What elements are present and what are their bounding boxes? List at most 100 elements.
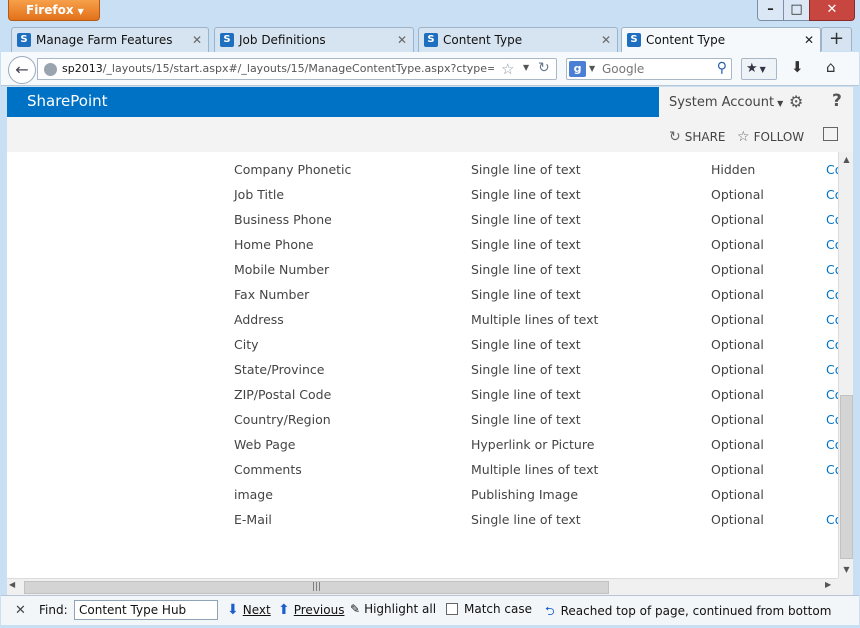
column-status: Optional — [711, 312, 764, 327]
scroll-left-icon[interactable]: ◀ — [9, 580, 15, 589]
close-tab-icon[interactable]: ✕ — [804, 28, 814, 52]
gear-icon[interactable]: ⚙ — [789, 92, 803, 111]
column-name-link[interactable]: Mobile Number — [234, 262, 329, 277]
scroll-down-icon[interactable]: ▼ — [839, 562, 854, 578]
find-previous-button[interactable]: ⬆ Previous — [278, 602, 344, 618]
close-tab-icon[interactable]: ✕ — [192, 28, 202, 52]
column-status: Hidden — [711, 162, 756, 177]
column-type: Single line of text — [471, 212, 581, 227]
sharepoint-icon: S — [17, 33, 31, 47]
column-name-link[interactable]: Company Phonetic — [234, 162, 351, 177]
vertical-scrollbar[interactable]: ▲ ▼ — [838, 152, 853, 578]
bookmarks-button[interactable]: ★ ▼ — [741, 58, 777, 80]
back-button[interactable]: ← — [8, 56, 36, 84]
column-name-link[interactable]: Business Phone — [234, 212, 332, 227]
column-source-link[interactable]: Co — [826, 412, 838, 427]
column-name-link[interactable]: image — [234, 487, 273, 502]
google-icon[interactable]: g — [569, 61, 586, 77]
scroll-right-icon[interactable]: ▶ — [825, 580, 831, 589]
find-next-button[interactable]: ⬇ Next — [227, 602, 271, 618]
history-dropdown-icon[interactable]: ▼ — [523, 63, 529, 72]
column-name-link[interactable]: Fax Number — [234, 287, 309, 302]
find-input[interactable]: Content Type Hub — [74, 600, 218, 620]
search-icon[interactable]: ⚲ — [717, 60, 727, 76]
column-type: Single line of text — [471, 512, 581, 527]
scroll-up-icon[interactable]: ▲ — [839, 152, 854, 168]
account-name: System Account — [669, 95, 775, 110]
table-row: Job Title Single line of text Optional Co — [7, 180, 838, 205]
column-type: Single line of text — [471, 187, 581, 202]
column-source-link[interactable]: Co — [826, 337, 838, 352]
tab-strip: S Manage Farm Features ✕ S Job Definitio… — [0, 26, 860, 52]
column-name-link[interactable]: E-Mail — [234, 512, 272, 527]
column-source-link[interactable]: Co — [826, 162, 838, 177]
close-tab-icon[interactable]: ✕ — [397, 28, 407, 52]
url-bar[interactable]: sp2013/_layouts/15/start.aspx#/_layouts/… — [37, 58, 557, 80]
column-status: Optional — [711, 487, 764, 502]
reload-icon[interactable]: ↻ — [538, 60, 550, 76]
sharepoint-action-bar: ↻ SHARE ☆ FOLLOW — [7, 117, 853, 152]
column-source-link[interactable]: Co — [826, 237, 838, 252]
column-name-link[interactable]: ZIP/Postal Code — [234, 387, 331, 402]
column-source-link[interactable]: Co — [826, 462, 838, 477]
maximize-button[interactable]: □ — [783, 0, 810, 21]
column-type: Single line of text — [471, 287, 581, 302]
close-tab-icon[interactable]: ✕ — [601, 28, 611, 52]
search-bar[interactable]: g ▼ Google ⚲ — [566, 58, 732, 80]
find-next-label: Next — [242, 603, 271, 617]
column-source-link[interactable]: Co — [826, 512, 838, 527]
search-engine-dropdown-icon[interactable]: ▼ — [589, 64, 595, 73]
column-status: Optional — [711, 337, 764, 352]
column-type: Single line of text — [471, 262, 581, 277]
horizontal-scroll-thumb[interactable]: ||| — [24, 581, 609, 594]
column-name-link[interactable]: Country/Region — [234, 412, 331, 427]
highlight-all-button[interactable]: ✎ Highlight all — [350, 602, 436, 616]
tab-content-type-active[interactable]: S Content Type ✕ — [621, 27, 821, 52]
tab-content-type[interactable]: S Content Type ✕ — [418, 27, 618, 52]
column-source-link[interactable]: Co — [826, 387, 838, 402]
bookmark-star-icon[interactable]: ☆ — [501, 60, 514, 78]
column-source-link[interactable]: Co — [826, 262, 838, 277]
share-button[interactable]: ↻ SHARE — [669, 129, 726, 145]
column-name-link[interactable]: Job Title — [234, 187, 284, 202]
table-row: Comments Multiple lines of text Optional Co — [7, 455, 838, 480]
downloads-button[interactable]: ⬇ — [791, 58, 804, 76]
home-button[interactable]: ⌂ — [826, 58, 836, 76]
url-host: sp2013 — [62, 62, 103, 75]
column-source-link[interactable]: Co — [826, 362, 838, 377]
column-name-link[interactable]: Address — [234, 312, 284, 327]
column-status: Optional — [711, 237, 764, 252]
column-name-link[interactable]: City — [234, 337, 259, 352]
column-name-link[interactable]: Home Phone — [234, 237, 314, 252]
sharepoint-brand[interactable]: SharePoint — [27, 92, 108, 110]
share-icon: ↻ — [669, 129, 681, 145]
search-input[interactable]: Google — [602, 62, 644, 76]
match-case-checkbox[interactable]: Match case — [446, 602, 532, 616]
firefox-menu-button[interactable]: Firefox ▼ — [8, 0, 100, 21]
close-find-bar-icon[interactable]: ✕ — [15, 603, 26, 618]
column-source-link[interactable]: Co — [826, 187, 838, 202]
help-icon[interactable]: ? — [832, 91, 842, 111]
account-menu[interactable]: System Account ▼ — [669, 95, 783, 110]
vertical-scroll-thumb[interactable] — [840, 395, 853, 559]
find-previous-label: Previous — [293, 603, 345, 617]
column-source-link[interactable]: Co — [826, 287, 838, 302]
follow-button[interactable]: ☆ FOLLOW — [737, 129, 804, 145]
tab-job-definitions[interactable]: S Job Definitions ✕ — [214, 27, 414, 52]
column-name-link[interactable]: State/Province — [234, 362, 325, 377]
table-row: Home Phone Single line of text Optional Co — [7, 230, 838, 255]
column-source-link[interactable]: Co — [826, 437, 838, 452]
wrapped-search-icon: ⮌ — [545, 604, 555, 618]
column-source-link[interactable]: Co — [826, 312, 838, 327]
column-source-link[interactable]: Co — [826, 212, 838, 227]
column-name-link[interactable]: Web Page — [234, 437, 296, 452]
column-status: Optional — [711, 287, 764, 302]
new-tab-button[interactable]: + — [821, 27, 852, 51]
column-name-link[interactable]: Comments — [234, 462, 302, 477]
tab-manage-farm-features[interactable]: S Manage Farm Features ✕ — [11, 27, 209, 52]
close-window-button[interactable]: ✕ — [809, 0, 855, 21]
horizontal-scrollbar[interactable]: ◀ ||| ▶ — [7, 578, 838, 595]
focus-on-content-icon[interactable] — [823, 127, 838, 141]
minimize-button[interactable]: – — [757, 0, 784, 21]
column-status: Optional — [711, 212, 764, 227]
